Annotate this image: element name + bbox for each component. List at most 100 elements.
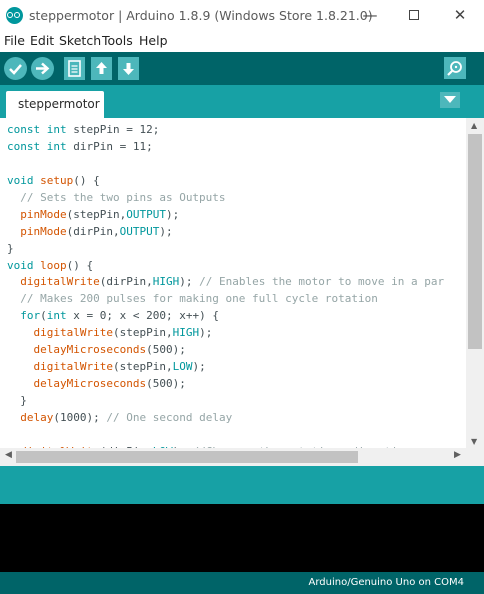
code-token: } bbox=[7, 241, 14, 255]
code-line[interactable]: } bbox=[7, 241, 466, 258]
code-editor[interactable]: const int stepPin = 12; const int dirPin … bbox=[0, 118, 484, 466]
code-line[interactable] bbox=[7, 156, 466, 173]
code-text[interactable]: const int stepPin = 12; const int dirPin … bbox=[7, 122, 466, 448]
scroll-right-icon[interactable]: ▶ bbox=[454, 450, 461, 460]
tab-steppermotor[interactable]: steppermotor bbox=[6, 91, 104, 118]
code-token: (1000); bbox=[53, 410, 107, 424]
code-token: () { bbox=[66, 258, 94, 272]
code-token: (dirPin, bbox=[66, 224, 120, 238]
tab-label: steppermotor bbox=[18, 97, 100, 111]
upload-button[interactable] bbox=[31, 57, 54, 80]
code-token: OUTPUT bbox=[119, 224, 160, 238]
code-token: ); bbox=[199, 326, 213, 340]
code-token: // Makes 200 pulses for making one full … bbox=[20, 292, 378, 306]
open-button[interactable] bbox=[91, 57, 112, 80]
code-token: HIGH bbox=[152, 275, 180, 289]
message-area bbox=[0, 466, 484, 504]
code-token: ); bbox=[159, 224, 173, 238]
code-token: const bbox=[7, 123, 41, 136]
verify-button[interactable] bbox=[4, 57, 27, 80]
code-token: ); bbox=[165, 207, 180, 221]
maximize-icon bbox=[409, 10, 419, 20]
menu-tools[interactable]: Tools bbox=[102, 33, 133, 48]
menu-help[interactable]: Help bbox=[139, 33, 168, 48]
scroll-up-icon[interactable]: ▲ bbox=[471, 121, 477, 130]
code-token: ( bbox=[40, 309, 47, 323]
code-token: pinMode bbox=[20, 224, 67, 238]
output-console[interactable] bbox=[0, 504, 484, 572]
code-token: void bbox=[7, 258, 34, 272]
maximize-button[interactable] bbox=[391, 0, 437, 32]
minimize-icon: — bbox=[362, 6, 378, 24]
close-icon: ✕ bbox=[453, 6, 467, 24]
code-line[interactable]: for(int x = 0; x < 200; x++) { bbox=[7, 308, 466, 325]
horizontal-scroll-thumb[interactable] bbox=[16, 451, 358, 463]
code-token: setup bbox=[40, 173, 74, 187]
verify-icon bbox=[9, 64, 22, 75]
code-line[interactable]: const int stepPin = 12; bbox=[7, 122, 466, 139]
menu-file[interactable]: File bbox=[4, 33, 25, 48]
horizontal-scrollbar[interactable]: ◀ ▶ bbox=[0, 448, 466, 466]
scroll-left-icon[interactable]: ◀ bbox=[5, 450, 12, 460]
code-line[interactable]: digitalWrite(dirPin,HIGH); // Enables th… bbox=[7, 274, 466, 291]
code-token: int bbox=[46, 139, 67, 153]
menu-edit[interactable]: Edit bbox=[30, 33, 54, 48]
code-token: OUTPUT bbox=[126, 207, 166, 221]
code-line[interactable]: } bbox=[7, 393, 466, 410]
code-token: (stepPin, bbox=[112, 326, 173, 340]
code-token: HIGH bbox=[172, 326, 200, 340]
code-line[interactable]: delay(1000); // One second delay bbox=[7, 410, 466, 427]
close-button[interactable]: ✕ bbox=[437, 0, 483, 32]
code-line[interactable]: pinMode(dirPin,OUTPUT); bbox=[7, 224, 466, 241]
code-line[interactable] bbox=[7, 427, 466, 444]
code-token: digitalWrite bbox=[20, 275, 100, 289]
title-bar: steppermotor | Arduino 1.8.9 (Windows St… bbox=[0, 0, 484, 32]
code-line[interactable]: delayMicroseconds(500); bbox=[7, 342, 466, 359]
code-line[interactable]: digitalWrite(stepPin,LOW); bbox=[7, 359, 466, 376]
serial-monitor-button[interactable] bbox=[444, 57, 466, 79]
save-button[interactable] bbox=[118, 57, 139, 80]
code-line[interactable]: // Sets the two pins as Outputs bbox=[7, 190, 466, 207]
arduino-logo-icon bbox=[6, 7, 23, 24]
code-token: for bbox=[20, 309, 41, 323]
vertical-scrollbar[interactable]: ▲ ▼ bbox=[466, 118, 484, 448]
code-line[interactable]: pinMode(stepPin,OUTPUT); bbox=[7, 207, 466, 224]
new-button[interactable] bbox=[64, 57, 85, 80]
code-token: stepPin = 12; bbox=[66, 123, 160, 136]
code-token: // One second delay bbox=[106, 410, 233, 424]
code-line[interactable]: void loop() { bbox=[7, 258, 466, 275]
code-token: delayMicroseconds bbox=[33, 377, 147, 391]
scroll-down-icon[interactable]: ▼ bbox=[471, 437, 477, 446]
save-icon bbox=[123, 63, 134, 75]
code-token: const bbox=[7, 139, 41, 153]
tab-menu-button[interactable] bbox=[440, 92, 460, 108]
code-line[interactable]: const int dirPin = 11; bbox=[7, 139, 466, 156]
vertical-scroll-thumb[interactable] bbox=[468, 134, 482, 349]
chevron-down-icon bbox=[444, 96, 456, 103]
code-line[interactable]: // Makes 200 pulses for making one full … bbox=[7, 291, 466, 308]
code-line[interactable]: digitalWrite(stepPin,HIGH); bbox=[7, 325, 466, 342]
toolbar bbox=[0, 52, 484, 85]
menu-sketch[interactable]: Sketch bbox=[59, 33, 101, 48]
code-token: delay bbox=[20, 410, 54, 424]
code-token: int bbox=[46, 123, 67, 136]
code-line[interactable]: delayMicroseconds(500); bbox=[7, 376, 466, 393]
board-port-status: Arduino/Genuino Uno on COM4 bbox=[308, 577, 465, 588]
minimize-button[interactable]: — bbox=[347, 0, 393, 32]
new-icon bbox=[68, 60, 81, 77]
code-line[interactable]: void setup() { bbox=[7, 173, 466, 190]
code-token: (500); bbox=[146, 343, 186, 357]
code-token: } bbox=[7, 394, 27, 407]
status-bar: Arduino/Genuino Uno on COM4 bbox=[0, 572, 484, 594]
window-title: steppermotor | Arduino 1.8.9 (Windows St… bbox=[29, 8, 373, 23]
menu-bar: File Edit Sketch Tools Help bbox=[0, 32, 484, 52]
scrollbar-corner bbox=[466, 448, 484, 466]
